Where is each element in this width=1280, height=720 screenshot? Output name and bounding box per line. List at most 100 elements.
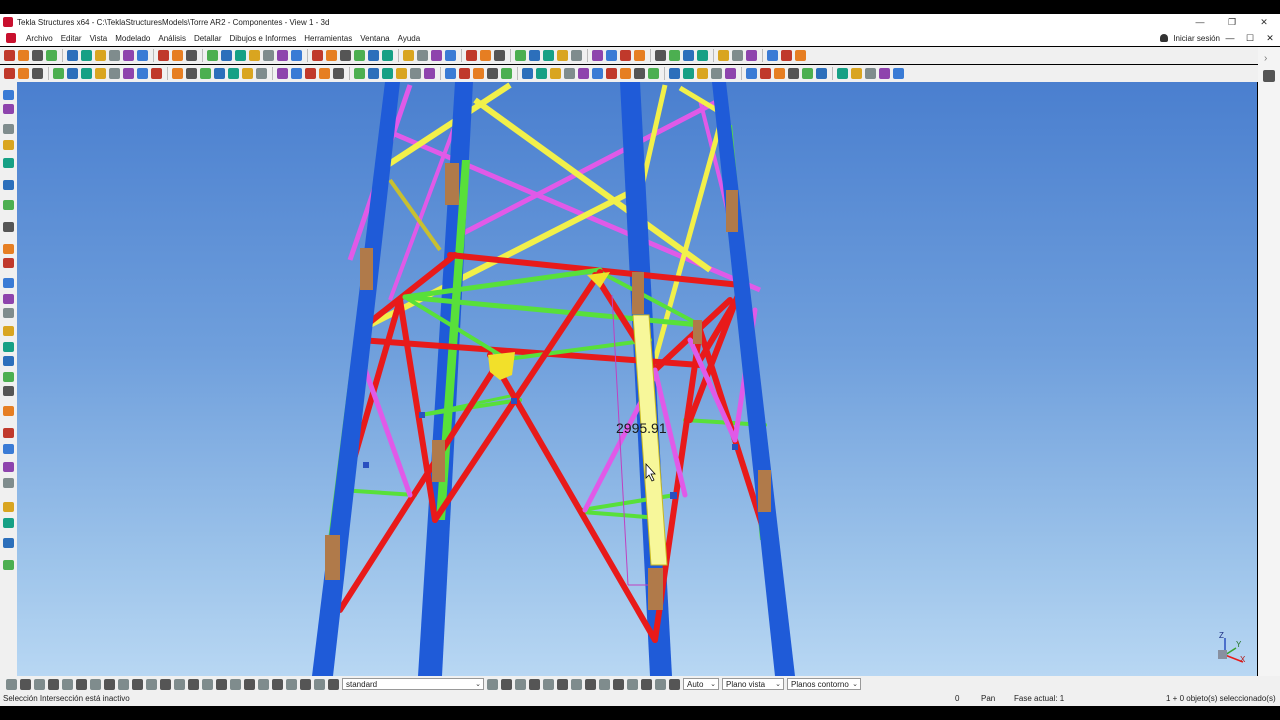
snap-tool-icon[interactable]	[627, 678, 638, 690]
main-toolbar-button-icon[interactable]	[172, 50, 183, 61]
minimize-button[interactable]: —	[1184, 14, 1216, 30]
snap-tool-icon[interactable]	[487, 678, 498, 690]
main-toolbar-button-icon[interactable]	[620, 50, 631, 61]
modeling-toolbar-button-icon[interactable]	[788, 68, 799, 79]
main-toolbar-button-icon[interactable]	[529, 50, 540, 61]
menu-analisis[interactable]: Análisis	[154, 34, 190, 43]
modeling-toolbar-button-icon[interactable]	[410, 68, 421, 79]
restore-button[interactable]: ❐	[1216, 14, 1248, 30]
main-toolbar-button-icon[interactable]	[417, 50, 428, 61]
main-toolbar-button-icon[interactable]	[466, 50, 477, 61]
snap-tool-icon[interactable]	[613, 678, 624, 690]
snap-tool-icon[interactable]	[188, 678, 199, 690]
snap-tool-icon[interactable]	[669, 678, 680, 690]
snap-tool-icon[interactable]	[62, 678, 73, 690]
main-toolbar-button-icon[interactable]	[312, 50, 323, 61]
modeling-toolbar-button-icon[interactable]	[333, 68, 344, 79]
modeling-toolbar-button-icon[interactable]	[550, 68, 561, 79]
modeling-toolbar-button-icon[interactable]	[368, 68, 379, 79]
left-tool-icon[interactable]	[3, 372, 14, 382]
modeling-toolbar-button-icon[interactable]	[564, 68, 575, 79]
catalog-cube-icon[interactable]	[1263, 70, 1275, 82]
modeling-toolbar-button-icon[interactable]	[620, 68, 631, 79]
left-tool-icon[interactable]	[3, 444, 14, 454]
left-tool-icon[interactable]	[3, 90, 14, 100]
snap-tool-icon[interactable]	[244, 678, 255, 690]
doc-minimize-button[interactable]: —	[1220, 30, 1240, 46]
modeling-toolbar-button-icon[interactable]	[424, 68, 435, 79]
modeling-toolbar-button-icon[interactable]	[459, 68, 470, 79]
modeling-toolbar-button-icon[interactable]	[816, 68, 827, 79]
modeling-toolbar-button-icon[interactable]	[648, 68, 659, 79]
snap-tool-icon[interactable]	[314, 678, 325, 690]
left-tool-icon[interactable]	[3, 294, 14, 304]
left-tool-icon[interactable]	[3, 158, 14, 168]
left-tool-icon[interactable]	[3, 258, 14, 268]
modeling-toolbar-button-icon[interactable]	[4, 68, 15, 79]
modeling-toolbar-button-icon[interactable]	[81, 68, 92, 79]
main-toolbar-button-icon[interactable]	[543, 50, 554, 61]
main-toolbar-button-icon[interactable]	[697, 50, 708, 61]
left-tool-icon[interactable]	[3, 518, 14, 528]
main-toolbar-button-icon[interactable]	[249, 50, 260, 61]
left-tool-icon[interactable]	[3, 342, 14, 352]
snap-tool-icon[interactable]	[90, 678, 101, 690]
modeling-toolbar-button-icon[interactable]	[319, 68, 330, 79]
contour-mode-select[interactable]: Planos contorno ⌄	[787, 678, 861, 690]
modeling-toolbar-button-icon[interactable]	[879, 68, 890, 79]
doc-maximize-button[interactable]: ☐	[1240, 30, 1260, 46]
main-toolbar-button-icon[interactable]	[683, 50, 694, 61]
left-tool-icon[interactable]	[3, 244, 14, 254]
modeling-toolbar-button-icon[interactable]	[893, 68, 904, 79]
menu-ventana[interactable]: Ventana	[356, 34, 393, 43]
modeling-toolbar-button-icon[interactable]	[473, 68, 484, 79]
modeling-toolbar-button-icon[interactable]	[606, 68, 617, 79]
modeling-toolbar-button-icon[interactable]	[865, 68, 876, 79]
main-toolbar-button-icon[interactable]	[95, 50, 106, 61]
modeling-toolbar-button-icon[interactable]	[802, 68, 813, 79]
modeling-toolbar-button-icon[interactable]	[137, 68, 148, 79]
modeling-toolbar-button-icon[interactable]	[109, 68, 120, 79]
snap-tool-icon[interactable]	[160, 678, 171, 690]
left-tool-icon[interactable]	[3, 406, 14, 416]
main-toolbar-button-icon[interactable]	[123, 50, 134, 61]
modeling-toolbar-button-icon[interactable]	[95, 68, 106, 79]
main-toolbar-button-icon[interactable]	[781, 50, 792, 61]
menu-ayuda[interactable]: Ayuda	[394, 34, 425, 43]
main-toolbar-button-icon[interactable]	[221, 50, 232, 61]
snap-tool-icon[interactable]	[501, 678, 512, 690]
main-toolbar-button-icon[interactable]	[767, 50, 778, 61]
snap-tool-icon[interactable]	[328, 678, 339, 690]
modeling-toolbar-button-icon[interactable]	[578, 68, 589, 79]
modeling-toolbar-button-icon[interactable]	[186, 68, 197, 79]
modeling-toolbar-button-icon[interactable]	[18, 68, 29, 79]
modeling-toolbar-button-icon[interactable]	[67, 68, 78, 79]
main-toolbar-button-icon[interactable]	[382, 50, 393, 61]
modeling-toolbar-button-icon[interactable]	[669, 68, 680, 79]
modeling-toolbar-button-icon[interactable]	[228, 68, 239, 79]
left-tool-icon[interactable]	[3, 356, 14, 366]
left-tool-icon[interactable]	[3, 222, 14, 232]
snap-tool-icon[interactable]	[6, 678, 17, 690]
left-tool-icon[interactable]	[3, 326, 14, 336]
menu-herramientas[interactable]: Herramientas	[300, 34, 356, 43]
snap-tool-icon[interactable]	[529, 678, 540, 690]
snap-tool-icon[interactable]	[104, 678, 115, 690]
left-tool-icon[interactable]	[3, 502, 14, 512]
snap-tool-icon[interactable]	[258, 678, 269, 690]
model-viewport-3d[interactable]: Z X Y 2995.91	[17, 82, 1257, 676]
main-toolbar-button-icon[interactable]	[571, 50, 582, 61]
snap-tool-icon[interactable]	[585, 678, 596, 690]
modeling-toolbar-button-icon[interactable]	[305, 68, 316, 79]
main-toolbar-button-icon[interactable]	[32, 50, 43, 61]
main-toolbar-button-icon[interactable]	[480, 50, 491, 61]
main-toolbar-button-icon[interactable]	[277, 50, 288, 61]
snap-tool-icon[interactable]	[34, 678, 45, 690]
modeling-toolbar-button-icon[interactable]	[746, 68, 757, 79]
main-toolbar-button-icon[interactable]	[340, 50, 351, 61]
doc-close-button[interactable]: ✕	[1260, 30, 1280, 46]
snap-tool-icon[interactable]	[655, 678, 666, 690]
modeling-toolbar-button-icon[interactable]	[172, 68, 183, 79]
main-toolbar-button-icon[interactable]	[81, 50, 92, 61]
modeling-toolbar-button-icon[interactable]	[151, 68, 162, 79]
